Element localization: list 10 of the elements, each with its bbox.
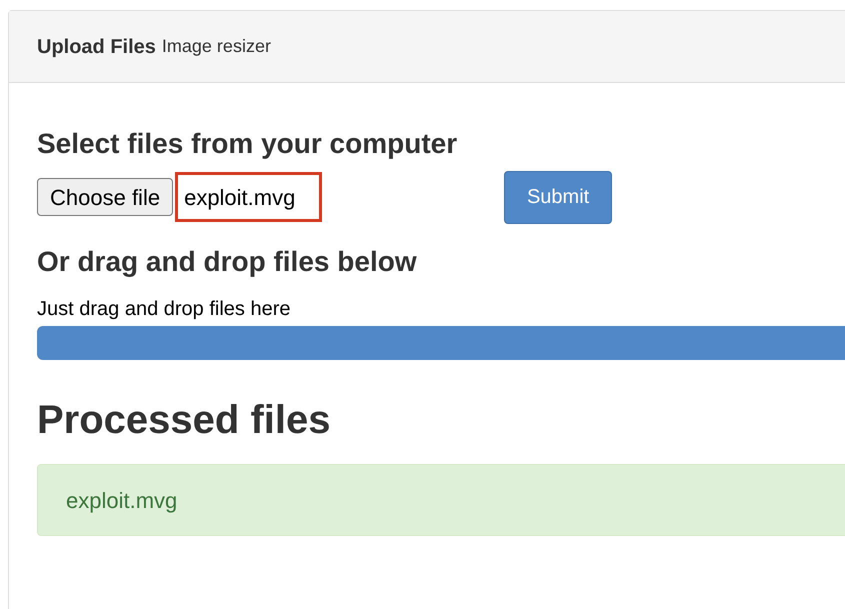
- processed-heading: Processed files: [37, 397, 330, 444]
- panel-subtitle: Image resizer: [162, 35, 271, 58]
- submit-button[interactable]: Submit: [504, 170, 612, 224]
- section-heading: Select files from your computer: [37, 127, 458, 161]
- drop-hint: Just drag and drop files here: [37, 297, 290, 321]
- section-heading: Or drag and drop files below: [37, 245, 417, 279]
- file-name: exploit.mvg: [175, 172, 322, 222]
- processed-file-name: exploit.mvg: [66, 486, 178, 515]
- choose-file-button[interactable]: Choose file: [37, 178, 174, 216]
- panel-title: Upload Files: [37, 34, 156, 60]
